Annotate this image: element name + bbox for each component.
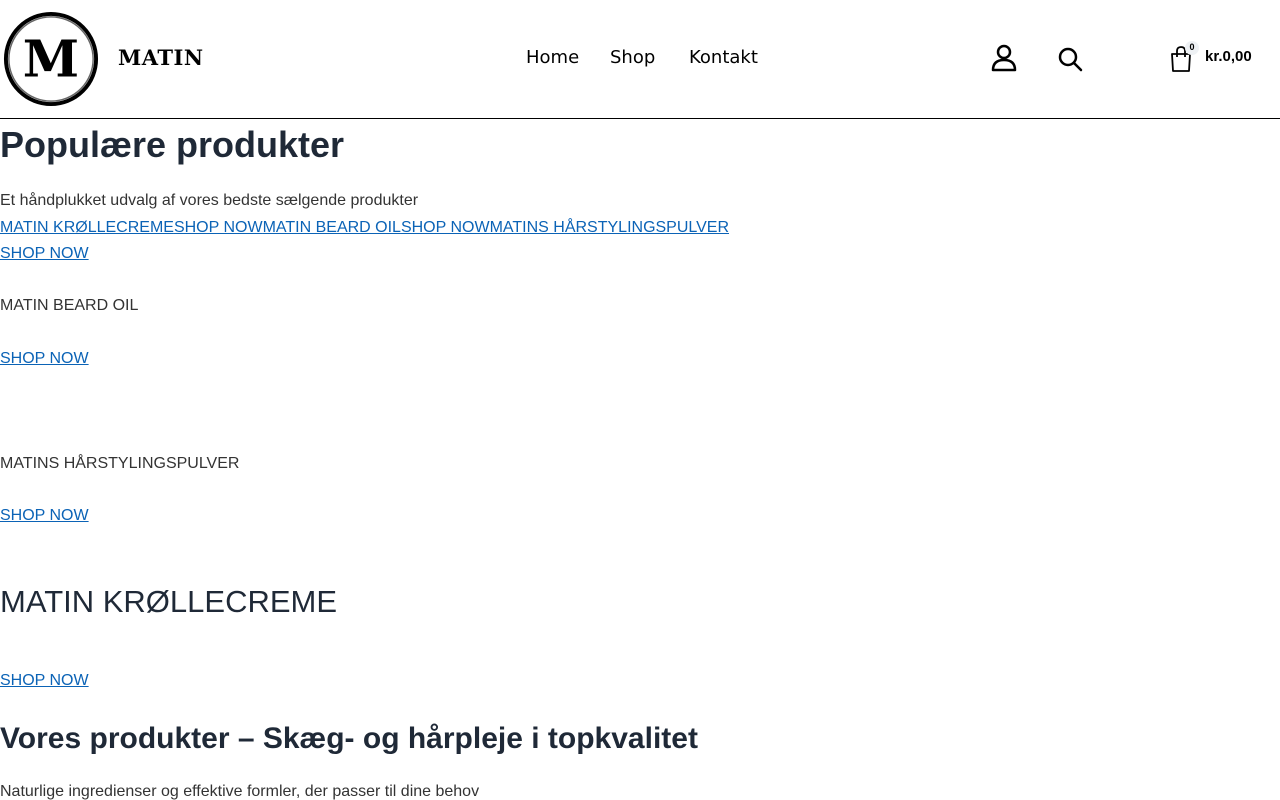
section-heading: Vores produkter – Skæg- og hårpleje i to…	[0, 722, 698, 755]
product-name-beard-oil: MATIN BEARD OIL	[0, 297, 139, 314]
link-shop-now[interactable]: SHOP NOW	[401, 219, 490, 236]
cart-total[interactable]: kr.0,00	[1205, 48, 1252, 65]
section-text: Naturlige ingredienser og effektive form…	[0, 783, 480, 800]
link-krollecreme[interactable]: MATIN KRØLLECREME	[0, 219, 174, 236]
link-beard-oil[interactable]: MATIN BEARD OIL	[263, 219, 401, 236]
site-header: M MATIN Home Shop Kontakt 0 kr.0,00	[0, 0, 1280, 119]
subtitle: Et håndplukket udvalg af vores bedste sæ…	[0, 192, 419, 209]
product-name-powder: MATINS HÅRSTYLINGSPULVER	[0, 455, 240, 472]
logo[interactable]: M	[2, 10, 100, 108]
user-icon[interactable]	[990, 44, 1018, 72]
nav-shop[interactable]: Shop	[610, 45, 655, 71]
cart-count-badge: 0	[1185, 41, 1199, 55]
shop-now-link[interactable]: SHOP NOW	[0, 507, 89, 525]
shop-now-link[interactable]: SHOP NOW	[0, 350, 89, 368]
logo-letter: M	[23, 30, 79, 90]
page-title: Populære produkter	[0, 124, 345, 165]
nav-home[interactable]: Home	[526, 45, 579, 71]
product-heading-krollecreme: MATIN KRØLLECREME	[0, 584, 338, 619]
search-icon[interactable]	[1057, 46, 1083, 72]
product-links-row: MATIN KRØLLECREMESHOP NOWMATIN BEARD OIL…	[0, 219, 729, 237]
shop-now-link[interactable]: SHOP NOW	[0, 672, 89, 690]
link-shop-now[interactable]: SHOP NOW	[174, 219, 263, 236]
link-harstylingspulver[interactable]: MATINS HÅRSTYLINGSPULVER	[490, 219, 729, 236]
nav-kontakt[interactable]: Kontakt	[689, 45, 758, 71]
shop-now-link[interactable]: SHOP NOW	[0, 245, 89, 263]
brand-name[interactable]: MATIN	[118, 45, 204, 70]
